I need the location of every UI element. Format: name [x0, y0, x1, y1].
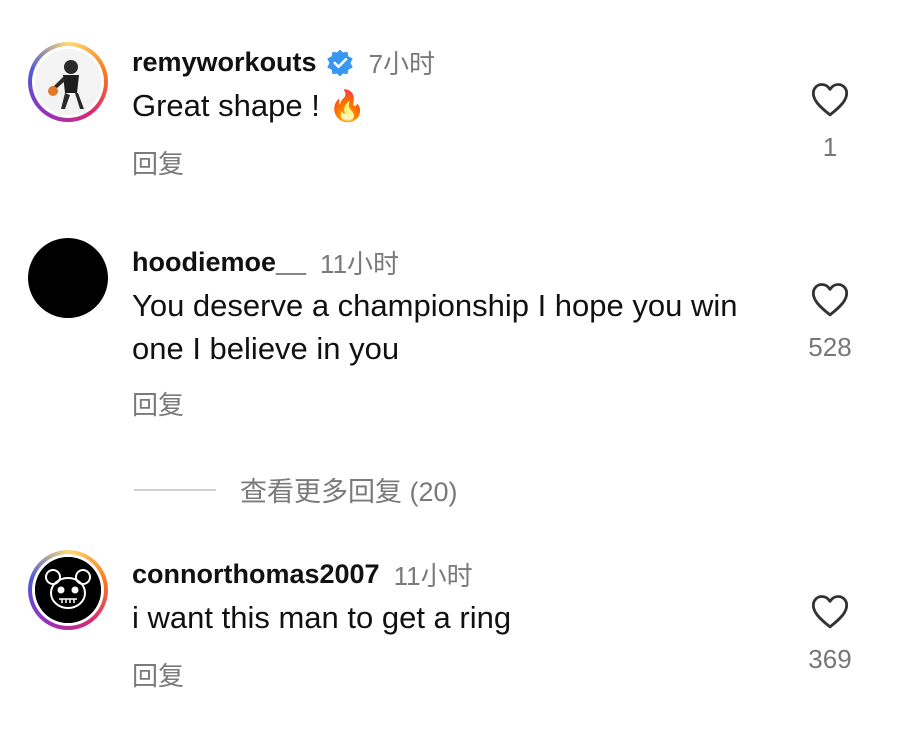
- reply-button[interactable]: 回复: [132, 144, 184, 181]
- fire-emoji-icon: 🔥: [328, 90, 366, 123]
- comment-text: Great shape ! 🔥: [132, 88, 366, 123]
- like-count: 528: [808, 332, 852, 362]
- like-count: 369: [808, 644, 852, 674]
- athlete-photo-icon: [35, 49, 101, 115]
- reply-button[interactable]: 回复: [132, 656, 184, 693]
- timestamp: 11小时: [320, 249, 400, 279]
- reply-button[interactable]: 回复: [132, 385, 184, 422]
- bear-logo-icon: [35, 557, 101, 623]
- avatar[interactable]: [28, 238, 108, 318]
- view-more-replies-label: 查看更多回复 (20): [240, 477, 458, 507]
- view-more-replies[interactable]: 查看更多回复 (20): [134, 470, 458, 509]
- divider: [134, 488, 216, 491]
- timestamp: 11小时: [393, 561, 473, 591]
- verified-badge-icon: [326, 49, 353, 76]
- like-count: 1: [822, 132, 838, 162]
- comment-text: You deserve a championship I hope you wi…: [132, 288, 738, 366]
- heart-icon[interactable]: [810, 280, 850, 318]
- timestamp: 7小时: [368, 49, 436, 79]
- username[interactable]: hoodiemoe__: [132, 247, 306, 278]
- comment-text: i want this man to get a ring: [132, 600, 512, 635]
- like-control: 1: [800, 80, 860, 163]
- avatar[interactable]: [28, 42, 108, 122]
- avatar[interactable]: [28, 550, 108, 630]
- heart-icon[interactable]: [810, 592, 850, 630]
- username[interactable]: connorthomas2007: [132, 559, 380, 590]
- like-control: 369: [800, 592, 860, 675]
- heart-icon[interactable]: [810, 80, 850, 118]
- like-control: 528: [800, 280, 860, 363]
- username[interactable]: remyworkouts: [132, 47, 317, 78]
